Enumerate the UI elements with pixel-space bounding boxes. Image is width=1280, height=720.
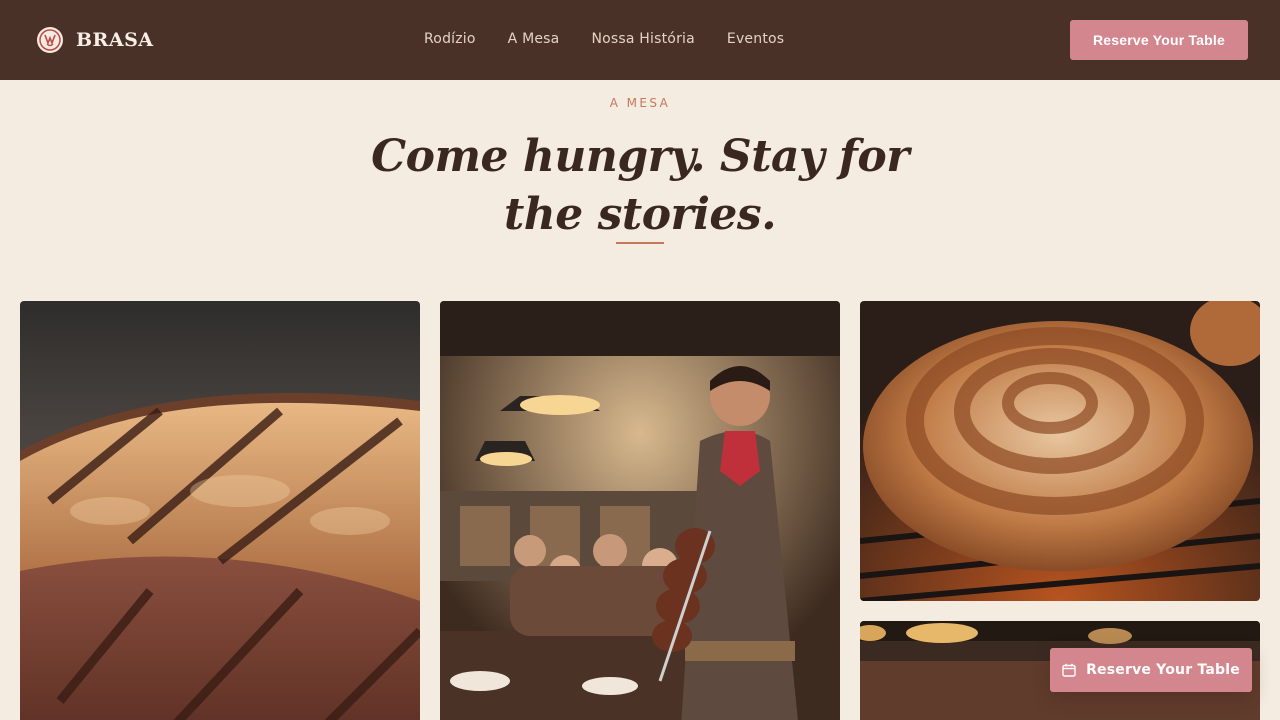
reserve-table-button[interactable]: Reserve Your Table [1070, 20, 1248, 60]
gallery-tile-sausage [860, 301, 1260, 601]
section-headline: Come hungry. Stay for the stories. [371, 131, 909, 240]
floating-reserve-label: Reserve Your Table [1086, 662, 1240, 678]
brand-name: BRASA [76, 29, 154, 51]
floating-reserve-button[interactable]: Reserve Your Table [1050, 648, 1252, 692]
main-nav: Rodízio A Mesa Nossa História Eventos [424, 31, 784, 47]
nav-link-nossa-historia[interactable]: Nossa História [591, 31, 694, 47]
brasa-logo-icon [37, 27, 63, 53]
section-eyebrow: A MESA [609, 96, 671, 110]
grilled-steak-photo [20, 301, 420, 720]
gallery-tile-gaucho [440, 301, 840, 720]
nav-link-eventos[interactable]: Eventos [727, 31, 784, 47]
nav-link-rodizio[interactable]: Rodízio [424, 31, 476, 47]
gallery-tile-steak [20, 301, 420, 720]
site-header: BRASA Rodízio A Mesa Nossa História Even… [0, 0, 1280, 80]
nav-link-a-mesa[interactable]: A Mesa [508, 31, 560, 47]
grilled-sausage-photo [860, 301, 1260, 601]
brand[interactable]: BRASA [37, 27, 154, 53]
headline-underline [616, 242, 664, 244]
gaucho-carving-meat-photo [440, 301, 840, 720]
calendar-icon [1062, 663, 1076, 677]
